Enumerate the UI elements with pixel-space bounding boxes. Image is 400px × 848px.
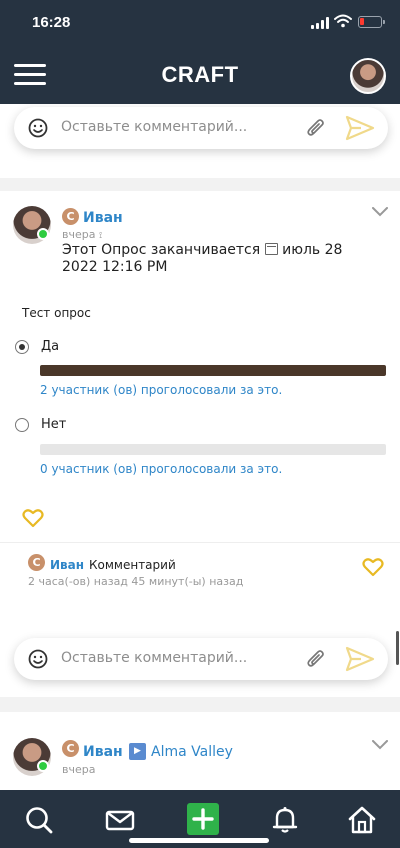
comment-input-bar[interactable]: Оставьте комментарий... — [14, 638, 388, 680]
comment-author[interactable]: Иван — [50, 558, 84, 572]
send-icon[interactable] — [345, 115, 375, 141]
chevron-down-icon[interactable] — [372, 207, 388, 217]
status-bar: 16:28 — [0, 0, 400, 48]
emoji-icon[interactable] — [28, 649, 48, 669]
battery-icon — [358, 16, 385, 28]
app-title: CRAFT — [161, 62, 239, 87]
comment-input-bar[interactable]: Оставьте комментарий... — [14, 107, 388, 149]
poll-option-bar — [40, 444, 386, 455]
comment-input[interactable]: Оставьте комментарий... — [61, 119, 247, 135]
author-name[interactable]: Иван — [83, 744, 123, 760]
like-heart-icon[interactable] — [362, 557, 384, 577]
poll-option-radio[interactable] — [15, 418, 29, 432]
feed[interactable]: Оставьте комментарий... C Иван вчера ⟟ Э… — [0, 104, 400, 790]
emoji-icon[interactable] — [28, 118, 48, 138]
bell-icon[interactable] — [270, 805, 300, 835]
mail-icon[interactable] — [105, 805, 135, 835]
paperclip-icon[interactable] — [305, 648, 327, 670]
comment-text: Комментарий — [89, 558, 176, 572]
poll-option-radio[interactable] — [15, 340, 29, 354]
scrollbar-thumb[interactable] — [396, 631, 399, 665]
online-indicator — [37, 228, 49, 240]
author-name[interactable]: Иван — [83, 210, 123, 226]
poll-option-label[interactable]: Нет — [41, 417, 66, 432]
app-header: 16:28 CRAFT — [0, 0, 400, 104]
user-badge: C — [28, 554, 45, 571]
poll-title: Тест опрос — [22, 306, 91, 320]
comment-time: 2 часа(-ов) назад 45 минут(-ы) назад — [28, 575, 244, 588]
poll-option-votes[interactable]: 0 участник (ов) проголосовали за это. — [40, 462, 282, 476]
poll-option-bar — [40, 365, 386, 376]
walking-icon: ⟟ — [98, 231, 103, 241]
post-time: вчера — [62, 763, 96, 776]
send-icon[interactable] — [345, 646, 375, 672]
add-icon[interactable] — [187, 803, 219, 835]
comment-input[interactable]: Оставьте комментарий... — [61, 650, 247, 666]
group-name[interactable]: Alma Valley — [151, 744, 233, 760]
like-heart-icon[interactable] — [22, 508, 44, 528]
chevron-down-icon[interactable] — [372, 740, 388, 750]
home-indicator — [129, 838, 269, 843]
search-icon[interactable] — [24, 805, 54, 835]
post-time: вчера ⟟ — [62, 228, 103, 241]
home-icon[interactable] — [347, 805, 377, 835]
play-arrow-icon: ▶ — [129, 743, 146, 760]
profile-avatar[interactable] — [350, 58, 386, 94]
poll-option-votes[interactable]: 2 участник (ов) проголосовали за это. — [40, 383, 282, 397]
online-indicator — [37, 760, 49, 772]
poll-option-fill — [40, 365, 386, 376]
user-badge: C — [62, 208, 79, 225]
poll-option-label[interactable]: Да — [41, 339, 59, 354]
status-time: 16:28 — [32, 14, 71, 31]
wifi-icon — [334, 14, 352, 28]
paperclip-icon[interactable] — [305, 117, 327, 139]
divider — [0, 542, 400, 543]
post-text: Этот Опрос заканчивается июль 28 2022 12… — [62, 242, 343, 275]
user-badge: C — [62, 740, 79, 757]
cellular-signal-icon — [311, 17, 329, 29]
calendar-icon — [264, 243, 278, 255]
